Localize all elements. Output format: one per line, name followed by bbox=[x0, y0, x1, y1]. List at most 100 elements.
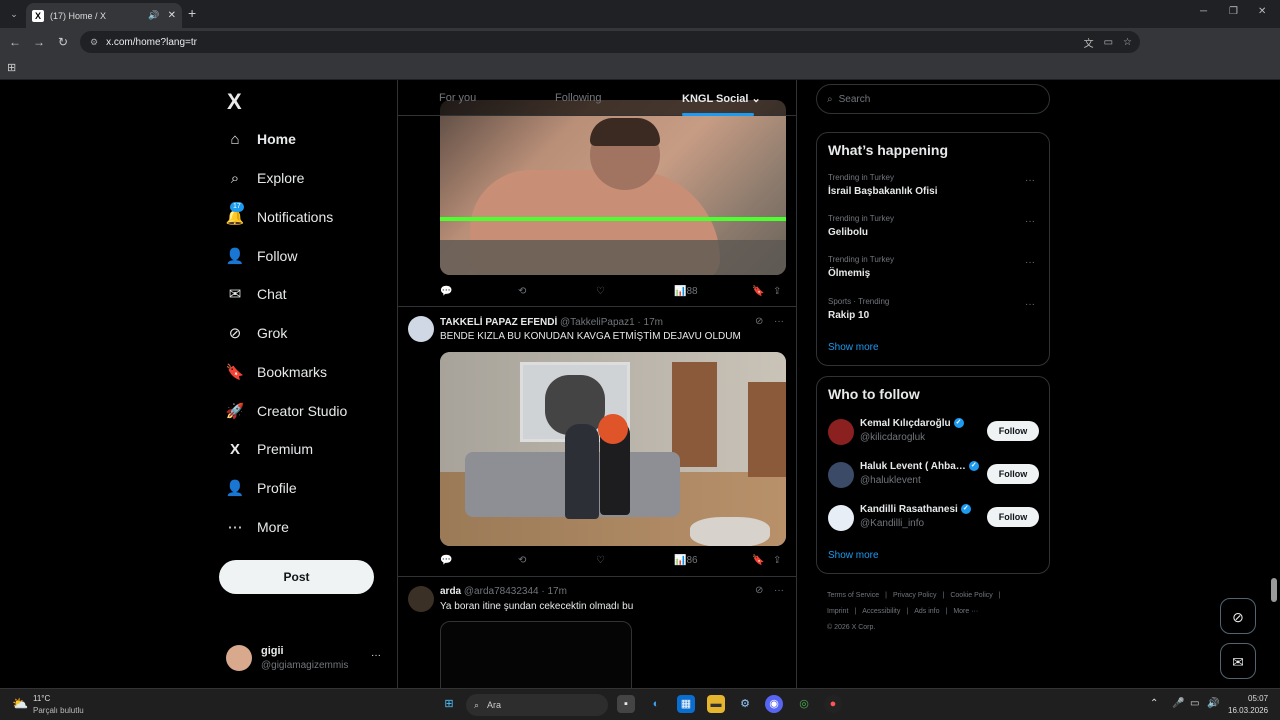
avatar[interactable] bbox=[828, 505, 854, 531]
nav-notifications[interactable]: 🔔 17 Notifications bbox=[226, 202, 333, 231]
views-icon[interactable]: 📊 88 bbox=[674, 286, 698, 297]
network-icon[interactable]: ▭ bbox=[1190, 698, 1199, 709]
footer-link[interactable]: Privacy Policy bbox=[893, 592, 937, 599]
nav-more[interactable]: ⋯ More bbox=[226, 513, 289, 541]
footer-link[interactable]: Ads info bbox=[914, 608, 939, 615]
tab-kngl-social[interactable]: KNGL Social ⌄ bbox=[682, 92, 761, 105]
footer-link[interactable]: Cookie Policy bbox=[950, 592, 992, 599]
avatar[interactable] bbox=[828, 462, 854, 488]
windows-start-icon[interactable]: ⊞ bbox=[440, 695, 458, 713]
post-button[interactable]: Post bbox=[219, 560, 374, 594]
avatar[interactable] bbox=[828, 419, 854, 445]
nav-home[interactable]: ⌂ Home bbox=[226, 125, 295, 153]
settings-icon[interactable]: ⚙ bbox=[736, 695, 754, 713]
tab-search-chevron-icon[interactable]: ⌄ bbox=[6, 6, 22, 22]
app-icon[interactable]: ● bbox=[824, 695, 842, 713]
maximize-icon[interactable]: ❐ bbox=[1229, 6, 1238, 17]
trend-more-icon[interactable]: ··· bbox=[1025, 216, 1035, 227]
share-icon[interactable]: ⇪ bbox=[773, 555, 781, 566]
tab-for-you[interactable]: For you bbox=[439, 92, 476, 104]
post-author-handle[interactable]: @TakkeliPapaz1 bbox=[560, 317, 635, 328]
forward-icon[interactable]: → bbox=[27, 35, 51, 49]
repost-icon[interactable]: ⟲ bbox=[518, 555, 526, 566]
chrome-icon[interactable]: ◎ bbox=[795, 695, 813, 713]
tray-chevron-icon[interactable]: ⌃ bbox=[1150, 698, 1158, 709]
nav-explore[interactable]: ⌕ Explore bbox=[226, 164, 305, 192]
star-icon[interactable]: ☆ bbox=[1123, 37, 1132, 48]
avatar[interactable] bbox=[408, 586, 434, 612]
nav-profile[interactable]: 👤 Profile bbox=[226, 474, 297, 502]
follow-button[interactable]: Follow bbox=[987, 464, 1039, 484]
trend-name[interactable]: Ölmemiş bbox=[828, 268, 870, 279]
grok-post-icon[interactable]: ⊘ bbox=[755, 316, 763, 327]
bookmark-post-icon[interactable]: 🔖 bbox=[752, 555, 764, 566]
post-more-icon[interactable]: ··· bbox=[774, 316, 784, 327]
nav-bookmarks[interactable]: 🔖 Bookmarks bbox=[226, 358, 327, 386]
account-switcher[interactable]: gigii @gigiamagizemmis ··· bbox=[226, 642, 386, 682]
task-view-icon[interactable]: ▪ bbox=[617, 695, 635, 713]
x-logo-icon[interactable]: X bbox=[227, 89, 242, 115]
close-tab-icon[interactable]: ✕ bbox=[168, 10, 176, 21]
reload-icon[interactable]: ↻ bbox=[51, 35, 75, 49]
avatar[interactable] bbox=[408, 316, 434, 342]
post-author-name[interactable]: TAKKELİ PAPAZ EFENDİ bbox=[440, 317, 557, 328]
like-icon[interactable]: ♡ bbox=[596, 555, 605, 566]
minimize-icon[interactable]: ─ bbox=[1200, 6, 1207, 17]
post-media-image[interactable] bbox=[440, 100, 786, 275]
speaker-icon[interactable]: 🔊 bbox=[148, 10, 159, 21]
nav-follow[interactable]: 👤 Follow bbox=[226, 242, 298, 270]
post-media-image[interactable] bbox=[440, 352, 786, 546]
nav-premium[interactable]: X Premium bbox=[226, 435, 313, 463]
translate-icon[interactable]: 文 bbox=[1084, 35, 1094, 50]
footer-link[interactable]: Imprint bbox=[827, 608, 848, 615]
trends-show-more[interactable]: Show more bbox=[828, 342, 879, 353]
nav-chat[interactable]: ✉ Chat bbox=[226, 280, 287, 308]
post-author-handle[interactable]: @arda78432344 bbox=[464, 586, 539, 597]
edge-icon[interactable]: ◐ bbox=[647, 695, 665, 713]
post-time[interactable]: 17m bbox=[644, 317, 663, 328]
tab-following[interactable]: Following bbox=[555, 92, 601, 104]
follow-suggestion-name[interactable]: Haluk Levent ( Ahba… ✓ bbox=[860, 461, 979, 472]
follow-button[interactable]: Follow bbox=[987, 507, 1039, 527]
reply-icon[interactable]: 💬 bbox=[440, 555, 452, 566]
apps-grid-icon[interactable]: ⊞ bbox=[7, 61, 16, 74]
trend-more-icon[interactable]: ··· bbox=[1025, 257, 1035, 268]
footer-link[interactable]: More ··· bbox=[953, 608, 978, 615]
trend-more-icon[interactable]: ··· bbox=[1025, 299, 1035, 310]
post-media-video[interactable] bbox=[440, 621, 632, 688]
close-window-icon[interactable]: ✕ bbox=[1258, 6, 1266, 17]
grok-post-icon[interactable]: ⊘ bbox=[755, 585, 763, 596]
scrollbar[interactable] bbox=[1271, 578, 1277, 602]
bookmark-post-icon[interactable]: 🔖 bbox=[752, 286, 764, 297]
like-icon[interactable]: ♡ bbox=[596, 286, 605, 297]
follow-suggestion-name[interactable]: Kemal Kılıçdaroğlu ✓ bbox=[860, 418, 964, 429]
nav-grok[interactable]: ⊘ Grok bbox=[226, 319, 288, 347]
cast-icon[interactable]: ▭ bbox=[1104, 37, 1113, 48]
follow-button[interactable]: Follow bbox=[987, 421, 1039, 441]
browser-tab-home[interactable]: X (17) Home / X 🔊 ✕ bbox=[26, 3, 182, 28]
messages-float-icon[interactable]: ✉ bbox=[1220, 643, 1256, 679]
back-icon[interactable]: ← bbox=[3, 35, 27, 49]
post-time[interactable]: 17m bbox=[547, 586, 566, 597]
trend-name[interactable]: İsrail Başbakanlık Ofisi bbox=[828, 186, 938, 197]
new-tab-button[interactable]: + bbox=[188, 6, 196, 20]
discord-icon[interactable]: ◉ bbox=[765, 695, 783, 713]
trend-more-icon[interactable]: ··· bbox=[1025, 175, 1035, 186]
post-author-name[interactable]: arda bbox=[440, 586, 461, 597]
reply-icon[interactable]: 💬 bbox=[440, 286, 452, 297]
share-icon[interactable]: ⇪ bbox=[773, 286, 781, 297]
volume-icon[interactable]: 🔊 bbox=[1207, 698, 1219, 709]
footer-link[interactable]: Accessibility bbox=[862, 608, 900, 615]
grok-float-icon[interactable]: ⊘ bbox=[1220, 598, 1256, 634]
footer-link[interactable]: Terms of Service bbox=[827, 592, 879, 599]
store-icon[interactable]: ▦ bbox=[677, 695, 695, 713]
file-explorer-icon[interactable]: ▬ bbox=[707, 695, 725, 713]
taskbar-search[interactable]: ⌕ Ara bbox=[466, 694, 608, 716]
address-bar[interactable]: ⚙ x.com/home?lang=tr 文 ▭ ☆ bbox=[80, 31, 1140, 53]
follow-suggestion-name[interactable]: Kandilli Rasathanesi ✓ bbox=[860, 504, 971, 515]
trend-name[interactable]: Rakip 10 bbox=[828, 310, 869, 321]
repost-icon[interactable]: ⟲ bbox=[518, 286, 526, 297]
views-icon[interactable]: 📊 86 bbox=[674, 555, 698, 566]
site-info-icon[interactable]: ⚙ bbox=[90, 37, 98, 48]
system-clock[interactable]: 05:07 16.03.2026 bbox=[1228, 693, 1268, 717]
